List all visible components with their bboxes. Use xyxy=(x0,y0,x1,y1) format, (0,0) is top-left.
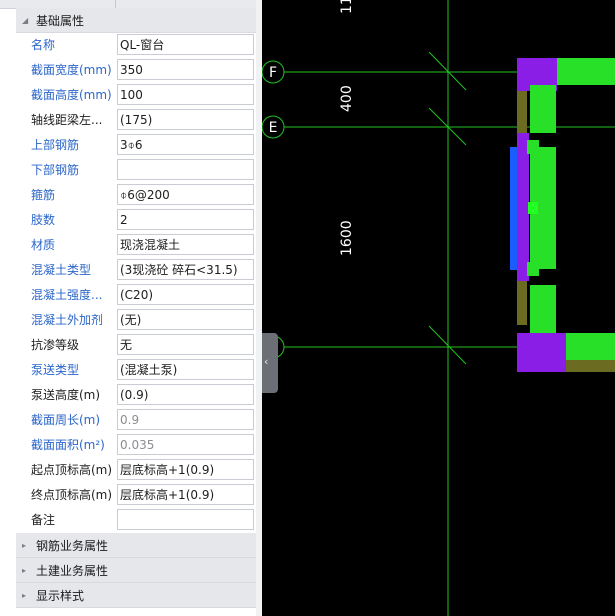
property-value-field[interactable]: (混凝土泵) xyxy=(117,359,254,380)
property-label: 上部钢筋 xyxy=(31,138,80,152)
property-value-field[interactable]: (3现浇砼 碎石<31.5) xyxy=(117,259,254,280)
olive-strip-bottom xyxy=(566,360,615,372)
property-row: 混凝土强度... (C20) xyxy=(16,283,256,308)
property-row: 终点顶标高(m) 层底标高+1(0.9) xyxy=(16,483,256,508)
property-value-field[interactable]: (0.9) xyxy=(117,384,254,405)
property-label: 抗渗等级 xyxy=(31,338,80,352)
property-value-field[interactable]: 0.035 xyxy=(117,434,254,455)
green-wall-upper[interactable] xyxy=(530,85,556,133)
property-value-field[interactable]: QL-窗台 xyxy=(117,34,254,55)
group-label: 钢筋业务属性 xyxy=(36,538,109,553)
collapsed-triangle-icon: ▸ xyxy=(22,565,27,575)
property-value-field[interactable] xyxy=(117,509,254,530)
property-row: 混凝土类型 (3现浇砼 碎石<31.5) xyxy=(16,258,256,283)
property-row: 混凝土外加剂 (无) xyxy=(16,308,256,333)
property-row: 泵送高度(m) (0.9) xyxy=(16,383,256,408)
dimension-label-400: 400 xyxy=(339,85,355,112)
property-value-field[interactable]: 现浇混凝土 xyxy=(117,234,254,255)
property-row: 名称 QL-窗台 xyxy=(16,33,256,58)
property-panel: ◢ 基础属性 名称 QL-窗台 截面宽度(mm) 350 截面高度(mm) 100 轴线距梁… xyxy=(0,0,262,616)
property-value-field[interactable]: (无) xyxy=(117,309,254,330)
structure-elements[interactable] xyxy=(510,58,615,372)
blue-window-line[interactable] xyxy=(510,147,517,270)
drawing-canvas[interactable]: F E 11 400 1600 xyxy=(262,0,615,616)
cad-drawing[interactable]: F E 11 400 1600 xyxy=(262,0,615,616)
property-label: 名称 xyxy=(31,38,56,52)
property-value-field[interactable]: 350 xyxy=(117,59,254,80)
dimension-label-top: 11 xyxy=(339,0,355,14)
property-label: 下部钢筋 xyxy=(31,163,80,177)
property-row: 截面宽度(mm) 350 xyxy=(16,58,256,83)
property-value-field[interactable] xyxy=(117,159,254,180)
property-label: 截面面积(m²) xyxy=(31,438,105,452)
axis-label-f: F xyxy=(269,65,277,81)
expand-triangle-icon: ◢ xyxy=(22,15,29,25)
property-value-field[interactable]: ⌽6@200 xyxy=(117,184,254,205)
property-label: 泵送类型 xyxy=(31,363,80,377)
property-label: 截面高度(mm) xyxy=(31,88,112,102)
property-value-field[interactable]: 无 xyxy=(117,334,254,355)
axis-label-e: E xyxy=(269,120,278,136)
purple-wall-segment[interactable] xyxy=(517,133,529,281)
property-row: 截面面积(m²) 0.035 xyxy=(16,433,256,458)
property-row: 抗渗等级 无 xyxy=(16,333,256,358)
collapsed-triangle-icon: ▸ xyxy=(22,540,27,550)
selection-grip[interactable] xyxy=(528,202,538,214)
group-rebar-properties[interactable]: ▸ 钢筋业务属性 xyxy=(16,533,256,558)
property-row: 上部钢筋 3⌽6 xyxy=(16,133,256,158)
property-row: 截面周长(m) 0.9 xyxy=(16,408,256,433)
property-row: 备注 xyxy=(16,508,256,533)
property-label: 混凝土外加剂 xyxy=(31,313,104,327)
green-sill-notch-bottom xyxy=(527,262,539,276)
property-value-field[interactable]: 100 xyxy=(117,84,254,105)
property-value-field[interactable]: (C20) xyxy=(117,284,254,305)
property-value-field[interactable]: 0.9 xyxy=(117,409,254,430)
group-label: 显示样式 xyxy=(36,588,85,603)
property-label: 泵送高度(m) xyxy=(31,388,101,402)
property-row: 起点顶标高(m) 层底标高+1(0.9) xyxy=(16,458,256,483)
property-row: 轴线距梁左... (175) xyxy=(16,108,256,133)
property-row: 泵送类型 (混凝土泵) xyxy=(16,358,256,383)
property-value-field[interactable]: 层底标高+1(0.9) xyxy=(117,484,254,505)
property-label: 截面宽度(mm) xyxy=(31,63,112,77)
property-row: 箍筋 ⌽6@200 xyxy=(16,183,256,208)
property-label: 材质 xyxy=(31,238,56,252)
green-beam-top[interactable] xyxy=(556,58,615,85)
green-wall-lower[interactable] xyxy=(530,285,556,333)
property-value-field[interactable]: 3⌽6 xyxy=(117,134,254,155)
collapsed-triangle-icon: ▸ xyxy=(22,590,27,600)
property-value-field[interactable]: (175) xyxy=(117,109,254,130)
property-label: 起点顶标高(m) xyxy=(31,463,113,477)
group-label: 基础属性 xyxy=(36,13,85,28)
property-label: 备注 xyxy=(31,513,56,527)
property-label: 肢数 xyxy=(31,213,56,227)
property-row: 材质 现浇混凝土 xyxy=(16,233,256,258)
collapse-panel-tab[interactable]: ‹ xyxy=(262,333,278,393)
property-value-field[interactable]: 层底标高+1(0.9) xyxy=(117,459,254,480)
group-display-style[interactable]: ▸ 显示样式 xyxy=(16,583,256,608)
property-row: 下部钢筋 xyxy=(16,158,256,183)
chevron-left-icon: ‹ xyxy=(264,355,269,368)
property-label: 终点顶标高(m) xyxy=(31,488,113,502)
column-separator xyxy=(115,0,116,8)
group-label: 土建业务属性 xyxy=(36,563,109,578)
purple-column-bottom[interactable] xyxy=(517,333,566,372)
group-civil-properties[interactable]: ▸ 土建业务属性 xyxy=(16,558,256,583)
green-sill-notch-top xyxy=(527,140,539,154)
property-row: 肢数 2 xyxy=(16,208,256,233)
property-value-field[interactable]: 2 xyxy=(117,209,254,230)
dimension-label-1600: 1600 xyxy=(339,220,355,256)
property-label: 箍筋 xyxy=(31,188,56,202)
property-label: 轴线距梁左... xyxy=(31,113,103,127)
group-basic-properties[interactable]: ◢ 基础属性 xyxy=(16,8,256,33)
property-label: 截面周长(m) xyxy=(31,413,101,427)
property-label: 混凝土强度... xyxy=(31,288,103,302)
property-label: 混凝土类型 xyxy=(31,263,92,277)
property-row: 截面高度(mm) 100 xyxy=(16,83,256,108)
